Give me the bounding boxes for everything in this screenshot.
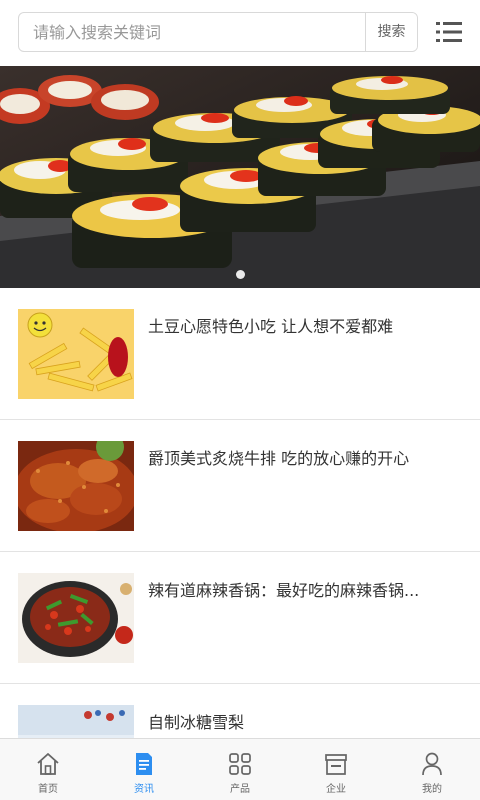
user-icon bbox=[422, 752, 442, 776]
bottom-tab-bar: 首页 资讯 产品 企业 我的 bbox=[0, 738, 480, 800]
tab-label: 产品 bbox=[230, 784, 250, 795]
news-item[interactable]: 土豆心愿特色小吃 让人想不爱都难 bbox=[0, 288, 480, 420]
news-thumbnail bbox=[18, 309, 134, 399]
search-input[interactable] bbox=[19, 13, 366, 51]
grid-icon bbox=[229, 753, 251, 775]
tab-news[interactable]: 资讯 bbox=[96, 739, 192, 800]
tab-company[interactable]: 企业 bbox=[288, 739, 384, 800]
store-icon bbox=[325, 754, 347, 775]
news-list: 土豆心愿特色小吃 让人想不爱都难 爵顶美式炙烧牛排 吃的放心赚的开心 辣有道麻辣… bbox=[0, 288, 480, 738]
banner-image bbox=[0, 66, 480, 288]
news-item[interactable]: 辣有道麻辣香锅：最好吃的麻辣香锅... bbox=[0, 552, 480, 684]
header: 搜索 bbox=[0, 0, 480, 66]
carousel-indicator bbox=[0, 264, 480, 283]
carousel-dot[interactable] bbox=[235, 270, 245, 279]
news-thumbnail bbox=[18, 573, 134, 663]
news-title[interactable]: 爵顶美式炙烧牛排 吃的放心赚的开心 bbox=[148, 448, 460, 470]
banner-carousel[interactable] bbox=[0, 66, 480, 288]
news-icon bbox=[136, 753, 152, 775]
search-box: 搜索 bbox=[18, 12, 418, 52]
tab-home[interactable]: 首页 bbox=[0, 739, 96, 800]
tab-label: 我的 bbox=[422, 784, 442, 795]
search-button[interactable]: 搜索 bbox=[365, 13, 417, 51]
news-title[interactable]: 自制冰糖雪梨 bbox=[148, 712, 460, 734]
news-title[interactable]: 辣有道麻辣香锅：最好吃的麻辣香锅... bbox=[148, 580, 460, 602]
tab-label: 企业 bbox=[326, 784, 346, 795]
news-thumbnail bbox=[18, 705, 134, 738]
news-item[interactable]: 爵顶美式炙烧牛排 吃的放心赚的开心 bbox=[0, 420, 480, 552]
news-title[interactable]: 土豆心愿特色小吃 让人想不爱都难 bbox=[148, 316, 460, 338]
tab-label: 资讯 bbox=[134, 784, 154, 795]
menu-icon[interactable] bbox=[434, 18, 464, 46]
tab-mine[interactable]: 我的 bbox=[384, 739, 480, 800]
home-icon bbox=[37, 753, 59, 775]
news-item[interactable]: 自制冰糖雪梨 bbox=[0, 684, 480, 738]
tab-products[interactable]: 产品 bbox=[192, 739, 288, 800]
news-thumbnail bbox=[18, 441, 134, 531]
tab-label: 首页 bbox=[38, 784, 58, 795]
